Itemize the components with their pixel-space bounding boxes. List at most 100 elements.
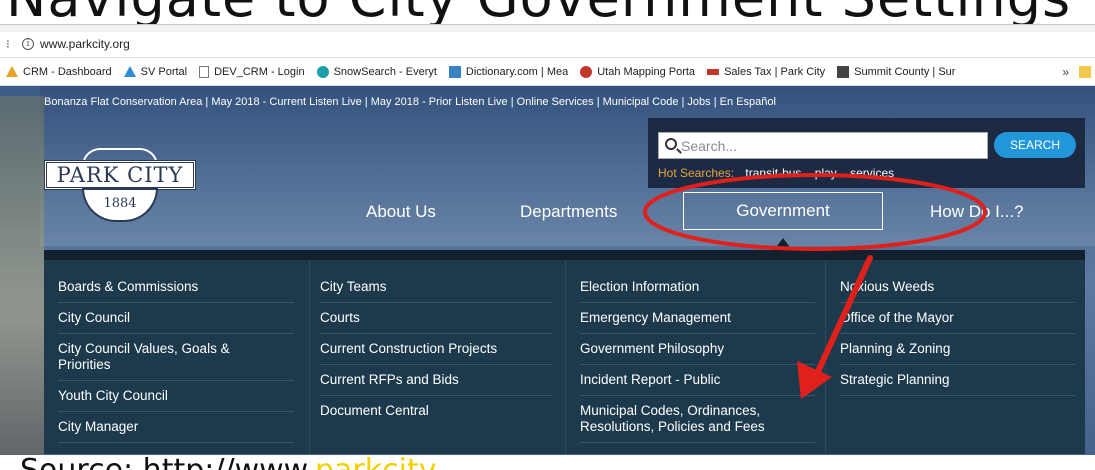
bookmark-dev-crm[interactable]: DEV_CRM - Login (199, 65, 305, 78)
menu-item-city-council[interactable]: City Council (58, 303, 294, 334)
menu-item-planning-zoning[interactable]: Planning & Zoning (840, 334, 1075, 365)
info-icon[interactable]: i (22, 38, 34, 50)
menu-item-document-central[interactable]: Document Central (320, 396, 552, 426)
folder-icon[interactable] (1079, 66, 1091, 78)
bookmark-label: DEV_CRM - Login (214, 65, 305, 78)
menu-item-election-info[interactable]: Election Information (580, 272, 815, 303)
bookmark-snowsearch[interactable]: SnowSearch - Everyt (316, 65, 437, 78)
nav-departments[interactable]: Departments (520, 202, 617, 222)
column-divider (565, 260, 566, 454)
nav-government[interactable]: Government (683, 192, 883, 230)
bookmark-label: SnowSearch - Everyt (333, 65, 437, 78)
menu-item-council-values[interactable]: City Council Values, Goals & Priorities (58, 334, 294, 381)
nav-how-do-i[interactable]: How Do I...? (930, 202, 1024, 222)
hot-search-services[interactable]: services (850, 166, 894, 180)
slide-bottom-caption: Source: http://www.parkcity (0, 455, 1095, 470)
bookmark-summit-county[interactable]: Summit County | Sur (837, 65, 956, 78)
menu-item-boards-commissions[interactable]: Boards & Commissions (58, 272, 294, 303)
column-divider (825, 260, 826, 454)
menu-item-label: Document Central (320, 403, 429, 418)
utility-links[interactable]: Bonanza Flat Conservation Area | May 201… (44, 96, 776, 108)
menu-column-1: Boards & Commissions City Council City C… (58, 272, 294, 443)
bookmark-label: Dictionary.com | Mea (465, 65, 569, 78)
url-text[interactable]: www.parkcity.org (40, 37, 130, 51)
triangle-icon (123, 66, 136, 77)
menu-item-youth-council[interactable]: Youth City Council (58, 381, 294, 412)
menu-column-3: Election Information Emergency Managemen… (580, 272, 815, 443)
menu-item-label: Municipal Codes, Ordinances, Resolutions… (580, 403, 765, 434)
menu-item-label: City Teams (320, 279, 387, 294)
menu-item-city-teams[interactable]: City Teams (320, 272, 552, 303)
dictionary-icon (448, 65, 461, 78)
hot-searches: Hot Searches: transit-bus play services (658, 166, 904, 180)
menu-column-2: City Teams Courts Current Construction P… (320, 272, 552, 426)
menu-item-municipal-codes[interactable]: Municipal Codes, Ordinances, Resolutions… (580, 396, 815, 443)
tax-icon (707, 68, 720, 75)
browser-tab-strip (0, 24, 1095, 32)
menu-item-courts[interactable]: Courts (320, 303, 552, 334)
menu-item-label: Current Construction Projects (320, 341, 498, 356)
summit-icon (837, 65, 850, 78)
utah-icon (580, 65, 593, 78)
menu-item-label: Emergency Management (580, 310, 731, 325)
bookmark-label: SV Portal (140, 65, 188, 78)
search-button[interactable]: SEARCH (994, 132, 1076, 158)
nav-about-us[interactable]: About Us (366, 202, 436, 222)
bookmark-label: Summit County | Sur (854, 65, 956, 78)
logo-name: PARK CITY (44, 160, 196, 190)
source-caption: Source: http://www.parkcity (20, 455, 436, 470)
menu-item-emergency-management[interactable]: Emergency Management (580, 303, 815, 334)
menu-item-label: Office of the Mayor (840, 310, 954, 325)
menu-item-city-manager[interactable]: City Manager (58, 412, 294, 443)
search-field[interactable] (658, 132, 988, 159)
menu-item-label: Election Information (580, 279, 700, 294)
menu-item-label: City Council Values, Goals & Priorities (58, 341, 230, 372)
menu-item-label: Current RFPs and Bids (320, 372, 459, 387)
hot-search-play[interactable]: play (815, 166, 837, 180)
menu-item-rfps-bids[interactable]: Current RFPs and Bids (320, 365, 552, 396)
hot-searches-label: Hot Searches: (658, 166, 735, 180)
back-arrow-icon[interactable]: ⁝ (6, 37, 10, 51)
search-panel: SEARCH Hot Searches: transit-bus play se… (648, 118, 1085, 188)
bookmark-label: Sales Tax | Park City (724, 65, 826, 78)
menu-item-office-of-mayor[interactable]: Office of the Mayor (840, 303, 1075, 334)
menu-item-noxious-weeds[interactable]: Noxious Weeds (840, 272, 1075, 303)
menu-item-label: Noxious Weeds (840, 279, 935, 294)
search-icon (665, 138, 677, 150)
bookmark-label: CRM - Dashboard (23, 65, 112, 78)
park-city-website: Bonanza Flat Conservation Area | May 201… (0, 86, 1095, 470)
bookmark-label: Utah Mapping Porta (597, 65, 696, 78)
menu-item-strategic-planning[interactable]: Strategic Planning (840, 365, 1075, 396)
government-dropdown-menu: Boards & Commissions City Council City C… (44, 250, 1085, 454)
park-city-logo[interactable]: PARK CITY 1884 (44, 148, 196, 230)
menu-item-label: Youth City Council (58, 388, 168, 403)
search-input[interactable] (681, 135, 981, 157)
tree-foliage-background (0, 96, 44, 466)
menu-item-label: City Manager (58, 419, 139, 434)
snow-icon (316, 65, 329, 78)
bookmarks-bar: CRM - Dashboard SV Portal DEV_CRM - Logi… (0, 58, 1095, 86)
bookmark-sv-portal[interactable]: SV Portal (123, 65, 188, 78)
bookmark-sales-tax[interactable]: Sales Tax | Park City (707, 66, 825, 78)
menu-item-construction-projects[interactable]: Current Construction Projects (320, 334, 552, 365)
source-caption-highlight: parkcity (315, 455, 436, 470)
menu-item-label: Courts (320, 310, 360, 325)
page-icon (199, 65, 210, 78)
menu-item-label: Government Philosophy (580, 341, 725, 356)
column-divider (309, 260, 310, 454)
menu-item-government-philosophy[interactable]: Government Philosophy (580, 334, 815, 365)
triangle-icon (6, 66, 18, 77)
bookmarks-more-button[interactable]: » (1062, 65, 1069, 79)
bookmark-crm-dashboard[interactable]: CRM - Dashboard (6, 66, 112, 78)
dropdown-caret (774, 238, 792, 250)
menu-item-label: Incident Report - Public (580, 372, 721, 387)
menu-item-label: Planning & Zoning (840, 341, 951, 356)
hot-search-transit-bus[interactable]: transit-bus (745, 166, 801, 180)
address-bar[interactable]: ⁝ i www.parkcity.org (0, 32, 1095, 58)
logo-year: 1884 (82, 188, 158, 222)
bookmark-utah-mapping[interactable]: Utah Mapping Porta (580, 65, 696, 78)
bookmark-dictionary[interactable]: Dictionary.com | Mea (448, 65, 569, 78)
source-caption-prefix: Source: http://www. (20, 455, 315, 470)
menu-item-label: City Council (58, 310, 131, 325)
menu-item-incident-report[interactable]: Incident Report - Public (580, 365, 815, 396)
